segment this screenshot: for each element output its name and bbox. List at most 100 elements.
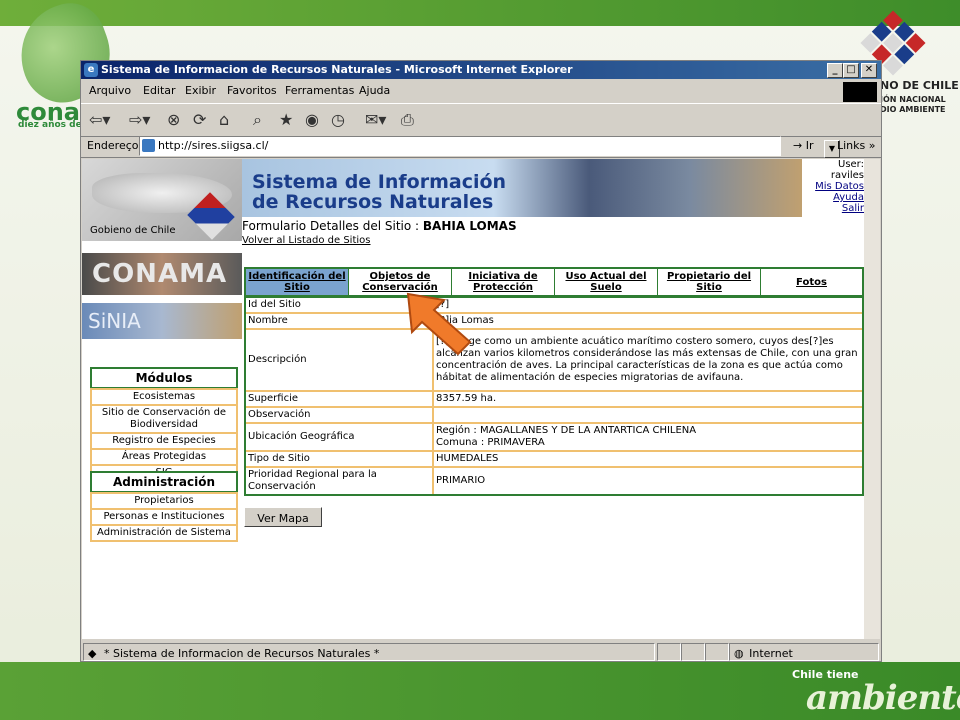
windows-logo-icon bbox=[843, 82, 877, 102]
page-icon: ◆ bbox=[88, 647, 97, 660]
go-button[interactable]: → Ir bbox=[793, 139, 814, 152]
tab-propietario[interactable]: Propietario del Sitio bbox=[658, 269, 761, 295]
field-label: Tipo de Sitio bbox=[246, 452, 434, 466]
forward-icon[interactable]: ⇨▾ bbox=[129, 110, 150, 130]
field-label: Ubicación Geográfica bbox=[246, 424, 434, 450]
maximize-button[interactable]: □ bbox=[843, 63, 859, 78]
menu-arquivo[interactable]: Arquivo bbox=[89, 81, 131, 101]
status-cell bbox=[705, 643, 729, 661]
tab-uso-suelo[interactable]: Uso Actual del Suelo bbox=[555, 269, 658, 295]
logo-caption: Gobieno de Chile bbox=[90, 225, 176, 236]
close-button[interactable]: ✕ bbox=[861, 63, 877, 78]
favorites-icon[interactable]: ★ bbox=[279, 110, 293, 130]
conama-banner[interactable]: CONAMA bbox=[82, 253, 242, 295]
menu-editar[interactable]: Editar bbox=[143, 81, 176, 101]
address-input[interactable] bbox=[158, 138, 758, 152]
admin-sistema[interactable]: Administración de Sistema bbox=[92, 526, 236, 540]
menu-exibir[interactable]: Exibir bbox=[185, 81, 216, 101]
print-icon[interactable]: ⎙ bbox=[401, 110, 414, 130]
footer-brand-logo: ambiente bbox=[806, 678, 960, 718]
tab-identificacion[interactable]: Identificación del Sitio bbox=[246, 269, 349, 295]
title-bar[interactable]: e Sistema de Informacion de Recursos Nat… bbox=[81, 61, 881, 79]
stop-icon[interactable]: ⊗ bbox=[167, 110, 180, 130]
field-value: HUMEDALES bbox=[434, 452, 862, 466]
status-bar: ◆ * Sistema de Informacion de Recursos N… bbox=[81, 641, 881, 661]
ayuda-link[interactable]: Ayuda bbox=[833, 192, 864, 203]
toolbar: ⇦▾ ⇨▾ ⊗ ⟳ ⌂ ⌕ ★ ◉ ◷ ✉▾ ⎙ bbox=[81, 103, 881, 137]
home-icon[interactable]: ⌂ bbox=[219, 110, 229, 130]
window-title: Sistema de Informacion de Recursos Natur… bbox=[101, 63, 573, 76]
field-value: [?] bbox=[434, 298, 862, 312]
top-green-band bbox=[0, 0, 960, 26]
field-value: PRIMARIO bbox=[434, 468, 862, 494]
admin-heading: Administración bbox=[90, 471, 238, 493]
admin-propietarios[interactable]: Propietarios bbox=[92, 494, 236, 510]
status-text: * Sistema de Informacion de Recursos Nat… bbox=[103, 647, 380, 660]
table-row: Superficie 8357.59 ha. bbox=[246, 392, 862, 408]
header-logo-block: Gobieno de Chile bbox=[82, 159, 242, 241]
menu-bar: Arquivo Editar Exibir Favoritos Ferramen… bbox=[81, 81, 881, 101]
menu-ferramentas[interactable]: Ferramentas bbox=[285, 81, 354, 101]
vertical-scrollbar[interactable] bbox=[864, 159, 880, 639]
field-value: 8357.59 ha. bbox=[434, 392, 862, 406]
mail-icon[interactable]: ✉▾ bbox=[365, 110, 386, 130]
gov-sub-lines: IÓN NACIONAL DIO AMBIENTE bbox=[880, 95, 946, 114]
field-value: [?]ia Lomas bbox=[434, 314, 862, 328]
detail-tabs: Identificación del Sitio Objetos de Cons… bbox=[244, 267, 864, 297]
back-icon[interactable]: ⇦▾ bbox=[89, 110, 110, 130]
address-label: Endereço bbox=[87, 139, 139, 152]
user-name: raviles bbox=[830, 170, 864, 181]
minimize-button[interactable]: _ bbox=[827, 63, 843, 78]
search-icon[interactable]: ⌕ bbox=[253, 110, 262, 130]
browser-window: e Sistema de Informacion de Recursos Nat… bbox=[80, 60, 882, 662]
zone-label: Internet bbox=[749, 647, 793, 660]
conam-tagline: diez años de bbox=[18, 120, 82, 130]
table-row: Prioridad Regional para la Conservación … bbox=[246, 468, 862, 494]
salir-link[interactable]: Salir bbox=[842, 203, 864, 214]
links-button[interactable]: Links » bbox=[837, 139, 875, 152]
table-row: Nombre [?]ia Lomas bbox=[246, 314, 862, 330]
module-registro-especies[interactable]: Registro de Especies bbox=[92, 434, 236, 450]
address-bar: Endereço ▼ → Ir Links » bbox=[81, 135, 881, 158]
back-to-list-link[interactable]: Volver al Listado de Sitios bbox=[242, 235, 371, 246]
refresh-icon[interactable]: ⟳ bbox=[193, 110, 206, 130]
module-ecosistemas[interactable]: Ecosistemas bbox=[92, 390, 236, 406]
menu-favoritos[interactable]: Favoritos bbox=[227, 81, 277, 101]
field-value bbox=[434, 408, 862, 422]
internet-globe-icon: ◍ bbox=[734, 647, 744, 660]
gov-name-line: NO DE CHILE bbox=[880, 79, 959, 92]
user-box: User: raviles Mis Datos Ayuda Salir bbox=[802, 159, 864, 217]
site-detail-table: Id del Sitio [?] Nombre [?]ia Lomas Desc… bbox=[244, 296, 864, 496]
table-row: Tipo de Sitio HUMEDALES bbox=[246, 452, 862, 468]
table-row: Id del Sitio [?] bbox=[246, 298, 862, 314]
menu-ajuda[interactable]: Ajuda bbox=[359, 81, 390, 101]
pointer-arrow-icon bbox=[406, 292, 472, 356]
module-sitio-conservacion[interactable]: Sitio de Conservación de Biodiversidad bbox=[92, 406, 236, 434]
table-row: Observación bbox=[246, 408, 862, 424]
zone-field: ◍ Internet bbox=[729, 643, 879, 661]
media-icon[interactable]: ◉ bbox=[305, 110, 319, 130]
table-row: Descripción [?]utinge como un ambiente a… bbox=[246, 330, 862, 392]
web-page: Gobieno de Chile Sistema de Información … bbox=[82, 159, 864, 639]
site-name: BAHIA LOMAS bbox=[422, 219, 517, 233]
address-box: ▼ bbox=[139, 136, 840, 158]
field-label: Prioridad Regional para la Conservación bbox=[246, 468, 434, 494]
form-title: Formulario Detalles del Sitio : BAHIA LO… bbox=[242, 219, 517, 233]
table-row: Ubicación Geográfica Región : MAGALLANES… bbox=[246, 424, 862, 452]
admin-personas[interactable]: Personas e Instituciones bbox=[92, 510, 236, 526]
banner-title-line1: Sistema de Información bbox=[252, 171, 507, 193]
field-label: Superficie bbox=[246, 392, 434, 406]
module-areas-protegidas[interactable]: Áreas Protegidas bbox=[92, 450, 236, 466]
mis-datos-link[interactable]: Mis Datos bbox=[815, 181, 864, 192]
field-value: Región : MAGALLANES Y DE LA ANTARTICA CH… bbox=[434, 424, 862, 450]
history-icon[interactable]: ◷ bbox=[331, 110, 345, 130]
field-value: [?]utinge como un ambiente acuático marí… bbox=[434, 330, 862, 390]
sinia-banner[interactable]: SiNIA bbox=[82, 303, 242, 339]
modules-heading: Módulos bbox=[90, 367, 238, 389]
ver-mapa-button[interactable]: Ver Mapa bbox=[244, 507, 322, 527]
ie-icon: e bbox=[84, 63, 98, 77]
status-cell bbox=[681, 643, 705, 661]
tab-fotos[interactable]: Fotos bbox=[761, 269, 862, 295]
admin-list: Propietarios Personas e Instituciones Ad… bbox=[90, 492, 238, 542]
page-icon bbox=[142, 139, 155, 152]
